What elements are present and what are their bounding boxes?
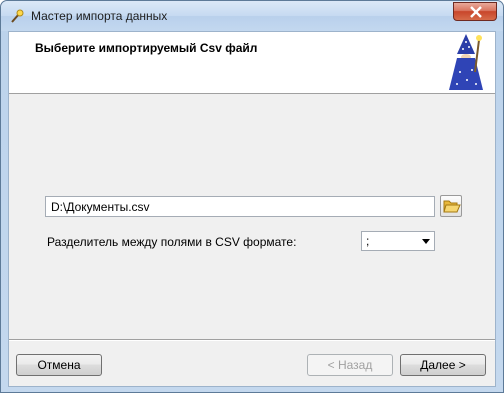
next-button[interactable]: Далее > (400, 354, 486, 376)
close-icon (470, 6, 482, 18)
back-button[interactable]: < Назад (307, 354, 393, 376)
title-bar[interactable]: Мастер импорта данных (1, 1, 503, 31)
page-title: Выберите импортируемый Csv файл (35, 41, 258, 55)
footer-divider-highlight (9, 340, 495, 341)
window-title: Мастер импорта данных (31, 9, 168, 23)
cancel-button[interactable]: Отмена (16, 354, 102, 376)
separator-value: ; (366, 234, 370, 248)
client-area: Выберите импортируемый Csv файл D:\Докум… (8, 31, 496, 387)
separator-select[interactable]: ; (361, 231, 435, 251)
wand-icon (9, 8, 25, 24)
wizard-icon (445, 32, 487, 92)
separator-label: Разделитель между полями в CSV формате: (47, 235, 297, 249)
import-wizard-window: Мастер импорта данных Выберите импортиру… (0, 0, 504, 393)
file-path-input[interactable]: D:\Документы.csv (45, 196, 435, 217)
close-button[interactable] (453, 2, 497, 21)
header-panel: Выберите импортируемый Csv файл (9, 32, 495, 94)
chevron-down-icon (422, 239, 430, 244)
browse-button[interactable] (440, 195, 462, 217)
folder-open-icon (443, 200, 461, 213)
